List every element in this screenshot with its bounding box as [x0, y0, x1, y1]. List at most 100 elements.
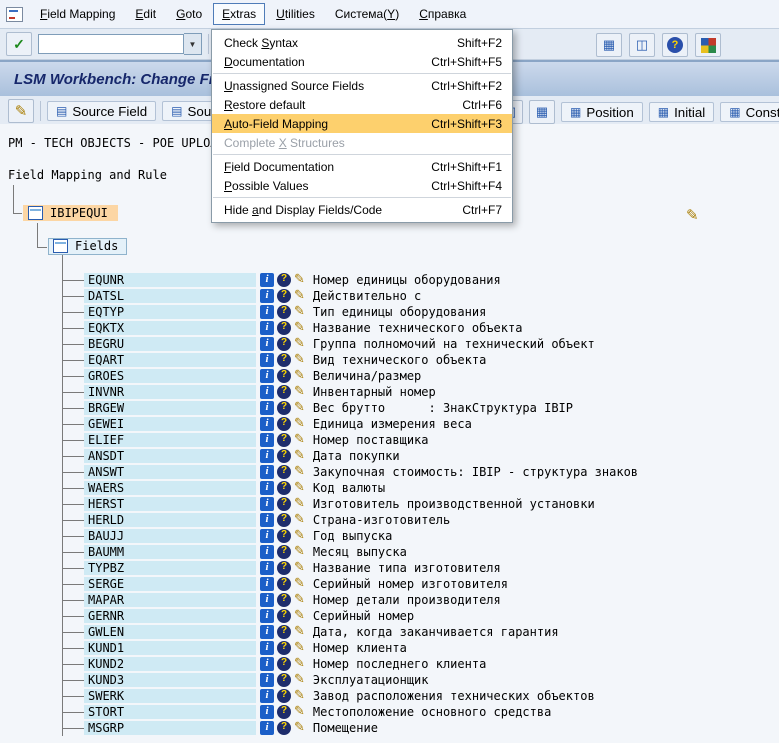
- field-name[interactable]: BAUMM: [84, 545, 256, 559]
- rule-undefined-question-icon[interactable]: ?: [277, 529, 291, 543]
- edit-rule-pencil-icon[interactable]: ✎: [294, 577, 305, 591]
- rule-undefined-question-icon[interactable]: ?: [277, 609, 291, 623]
- menu-item-restore-default[interactable]: Restore default Ctrl+F6: [212, 95, 512, 114]
- documentation-info-icon[interactable]: i: [260, 641, 274, 655]
- field-name[interactable]: HERST: [84, 497, 256, 511]
- field-name[interactable]: WAERS: [84, 481, 256, 495]
- edit-rule-pencil-icon[interactable]: ✎: [294, 641, 305, 655]
- rule-undefined-question-icon[interactable]: ?: [277, 497, 291, 511]
- initial-button[interactable]: ▦ Initial: [648, 102, 715, 122]
- documentation-info-icon[interactable]: i: [260, 449, 274, 463]
- field-name[interactable]: KUND3: [84, 673, 256, 687]
- menu-item-documentation[interactable]: Documentation Ctrl+Shift+F5: [212, 52, 512, 71]
- menu-item-field-documentation[interactable]: Field Documentation Ctrl+Shift+F1: [212, 157, 512, 176]
- documentation-info-icon[interactable]: i: [260, 609, 274, 623]
- edit-structure-pencil-icon[interactable]: ✎: [686, 206, 699, 224]
- documentation-info-icon[interactable]: i: [260, 289, 274, 303]
- menu-item-unassigned-source-fields[interactable]: Unassigned Source Fields Ctrl+Shift+F2: [212, 76, 512, 95]
- edit-rule-pencil-icon[interactable]: ✎: [294, 369, 305, 383]
- edit-rule-pencil-icon[interactable]: ✎: [294, 481, 305, 495]
- tree-root-label[interactable]: Field Mapping and Rule: [8, 168, 167, 182]
- rule-undefined-question-icon[interactable]: ?: [277, 353, 291, 367]
- field-name[interactable]: ANSDT: [84, 449, 256, 463]
- edit-rule-pencil-icon[interactable]: ✎: [294, 497, 305, 511]
- documentation-info-icon[interactable]: i: [260, 625, 274, 639]
- menu-field-mapping[interactable]: Field Mapping: [31, 3, 124, 25]
- edit-rule-pencil-icon[interactable]: ✎: [294, 545, 305, 559]
- edit-rule-pencil-icon[interactable]: ✎: [294, 337, 305, 351]
- edit-rule-pencil-icon[interactable]: ✎: [294, 625, 305, 639]
- rule-undefined-question-icon[interactable]: ?: [277, 369, 291, 383]
- edit-rule-pencil-icon[interactable]: ✎: [294, 705, 305, 719]
- documentation-info-icon[interactable]: i: [260, 273, 274, 287]
- documentation-info-icon[interactable]: i: [260, 689, 274, 703]
- documentation-info-icon[interactable]: i: [260, 465, 274, 479]
- documentation-info-icon[interactable]: i: [260, 545, 274, 559]
- field-name[interactable]: TYPBZ: [84, 561, 256, 575]
- rule-undefined-question-icon[interactable]: ?: [277, 625, 291, 639]
- edit-rule-pencil-icon[interactable]: ✎: [294, 401, 305, 415]
- structure-node[interactable]: IBIPEQUI: [23, 205, 118, 221]
- documentation-info-icon[interactable]: i: [260, 353, 274, 367]
- edit-rule-pencil-icon[interactable]: ✎: [294, 289, 305, 303]
- field-name[interactable]: BEGRU: [84, 337, 256, 351]
- edit-rule-pencil-icon[interactable]: ✎: [294, 529, 305, 543]
- field-name[interactable]: GROES: [84, 369, 256, 383]
- edit-rule-pencil-icon[interactable]: ✎: [294, 385, 305, 399]
- rule-undefined-question-icon[interactable]: ?: [277, 721, 291, 735]
- documentation-info-icon[interactable]: i: [260, 305, 274, 319]
- new-session-button[interactable]: ▦: [596, 33, 622, 57]
- field-name[interactable]: ELIEF: [84, 433, 256, 447]
- rule-undefined-question-icon[interactable]: ?: [277, 481, 291, 495]
- documentation-info-icon[interactable]: i: [260, 481, 274, 495]
- rule-undefined-question-icon[interactable]: ?: [277, 273, 291, 287]
- field-name[interactable]: SERGE: [84, 577, 256, 591]
- rule-undefined-question-icon[interactable]: ?: [277, 401, 291, 415]
- edit-rule-pencil-icon[interactable]: ✎: [294, 321, 305, 335]
- rule-undefined-question-icon[interactable]: ?: [277, 321, 291, 335]
- edit-rule-pencil-icon[interactable]: ✎: [294, 721, 305, 735]
- edit-rule-pencil-icon[interactable]: ✎: [294, 465, 305, 479]
- field-name[interactable]: BRGEW: [84, 401, 256, 415]
- field-name[interactable]: BAUJJ: [84, 529, 256, 543]
- field-name[interactable]: STORT: [84, 705, 256, 719]
- edit-rule-pencil-icon[interactable]: ✎: [294, 593, 305, 607]
- menu-edit[interactable]: Edit: [126, 3, 165, 25]
- rule-undefined-question-icon[interactable]: ?: [277, 385, 291, 399]
- display-change-button[interactable]: ✎: [8, 99, 34, 123]
- enter-button[interactable]: ✓: [6, 32, 32, 56]
- field-name[interactable]: EQUNR: [84, 273, 256, 287]
- menu-item-possible-values[interactable]: Possible Values Ctrl+Shift+F4: [212, 176, 512, 195]
- documentation-info-icon[interactable]: i: [260, 385, 274, 399]
- menu-extras[interactable]: Extras: [213, 3, 266, 25]
- menu-item-hide-display-fields-code[interactable]: Hide and Display Fields/Code Ctrl+F7: [212, 200, 512, 219]
- field-name[interactable]: SWERK: [84, 689, 256, 703]
- edit-rule-pencil-icon[interactable]: ✎: [294, 273, 305, 287]
- menu-item-auto-field-mapping[interactable]: Auto-Field Mapping Ctrl+Shift+F3: [212, 114, 512, 133]
- documentation-info-icon[interactable]: i: [260, 513, 274, 527]
- documentation-info-icon[interactable]: i: [260, 417, 274, 431]
- edit-rule-pencil-icon[interactable]: ✎: [294, 561, 305, 575]
- edit-rule-pencil-icon[interactable]: ✎: [294, 417, 305, 431]
- rule-undefined-question-icon[interactable]: ?: [277, 673, 291, 687]
- rule-undefined-question-icon[interactable]: ?: [277, 641, 291, 655]
- documentation-info-icon[interactable]: i: [260, 561, 274, 575]
- rule-undefined-question-icon[interactable]: ?: [277, 657, 291, 671]
- constant-button[interactable]: ▦ Constant: [720, 102, 779, 122]
- customize-layout-button[interactable]: [695, 33, 721, 57]
- field-name[interactable]: MAPAR: [84, 593, 256, 607]
- rule-undefined-question-icon[interactable]: ?: [277, 449, 291, 463]
- field-name[interactable]: EQTYP: [84, 305, 256, 319]
- documentation-info-icon[interactable]: i: [260, 321, 274, 335]
- rule-undefined-question-icon[interactable]: ?: [277, 305, 291, 319]
- collapse-button[interactable]: ▦: [529, 100, 555, 124]
- menu-item-check-syntax[interactable]: Check Syntax Shift+F2: [212, 33, 512, 52]
- edit-rule-pencil-icon[interactable]: ✎: [294, 609, 305, 623]
- chevron-down-icon[interactable]: ▼: [184, 33, 202, 55]
- rule-undefined-question-icon[interactable]: ?: [277, 289, 291, 303]
- source-field-button[interactable]: ▤ Source Field: [47, 101, 157, 121]
- documentation-info-icon[interactable]: i: [260, 673, 274, 687]
- documentation-info-icon[interactable]: i: [260, 705, 274, 719]
- documentation-info-icon[interactable]: i: [260, 577, 274, 591]
- field-name[interactable]: EQKTX: [84, 321, 256, 335]
